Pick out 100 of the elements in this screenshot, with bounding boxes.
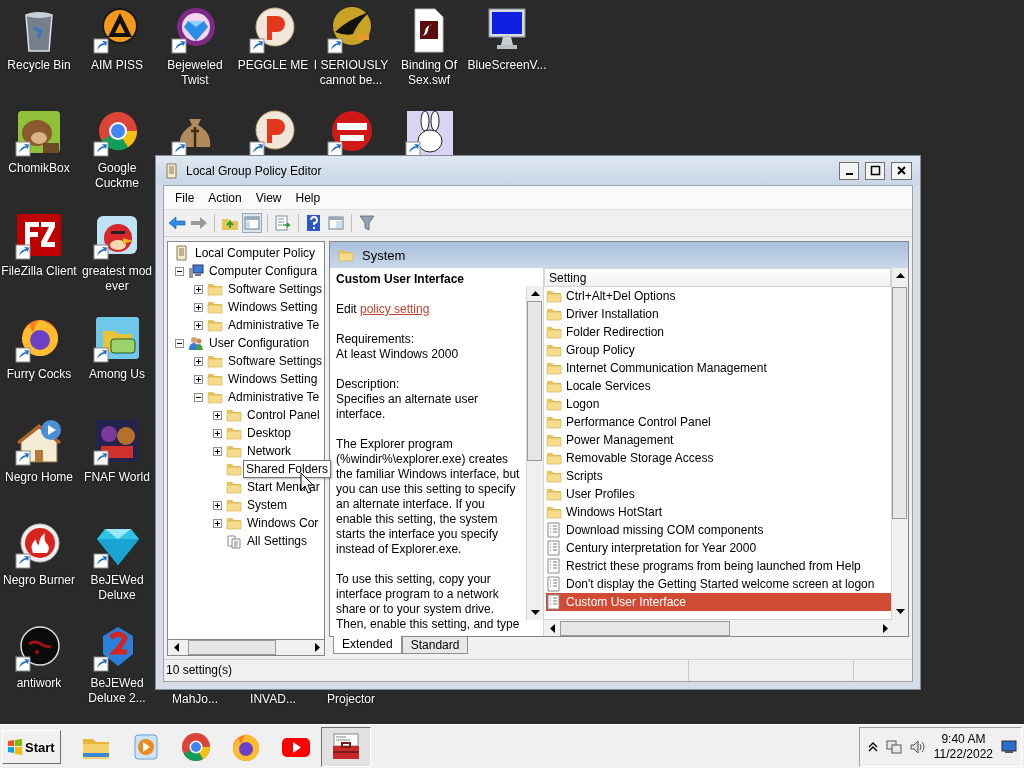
tree-item[interactable]: Local Computer Policy: [194, 245, 317, 261]
animal-tile-icon[interactable]: [15, 109, 63, 157]
list-row[interactable]: Century interpretation for Year 2000: [546, 539, 891, 557]
chevron-up-icon[interactable]: [867, 742, 878, 752]
list-row[interactable]: Download missing COM components: [546, 521, 891, 539]
scrollbar-thumb[interactable]: [188, 640, 276, 655]
tab[interactable]: Extended: [333, 636, 402, 654]
list-row[interactable]: Ctrl+Alt+Del Options: [546, 287, 891, 305]
show-desktop-icon[interactable]: [1001, 740, 1017, 754]
house-icon[interactable]: [15, 418, 63, 466]
zigzag-tile-icon[interactable]: [15, 212, 63, 260]
icon-label: Negro Burner: [1, 573, 76, 588]
menu-item[interactable]: Help: [288, 188, 328, 207]
list-row[interactable]: Scripts: [546, 467, 891, 485]
minimize-button[interactable]: [839, 161, 859, 180]
clock-time[interactable]: 9:40 AM: [941, 732, 986, 747]
game-cover-icon[interactable]: [93, 418, 141, 466]
list-row[interactable]: Removable Storage Access: [546, 449, 891, 467]
expand-icon[interactable]: [212, 500, 222, 510]
ball-icon[interactable]: [249, 6, 297, 54]
tree-item[interactable]: User Configuration: [208, 335, 311, 351]
disc-icon[interactable]: [327, 109, 375, 157]
list-row[interactable]: Windows HotStart: [546, 503, 891, 521]
list-row[interactable]: Driver Installation: [546, 305, 891, 323]
back-icon[interactable]: [168, 214, 186, 232]
close-icon[interactable]: [896, 165, 907, 176]
rabbit-icon[interactable]: [405, 109, 453, 157]
clock-date[interactable]: 11/22/2022: [933, 747, 993, 762]
menu-item[interactable]: Action: [201, 188, 249, 207]
tree-item[interactable]: Desktop: [246, 425, 293, 441]
policy-setting-link[interactable]: policy setting: [360, 302, 430, 316]
start-button[interactable]: Start: [2, 730, 61, 764]
expand-icon[interactable]: [212, 410, 222, 420]
network-icon[interactable]: [885, 739, 902, 755]
tree-item[interactable]: Windows Setting: [227, 299, 319, 315]
tooltip: Shared Folders: [243, 460, 332, 478]
setting-name: Power Management: [566, 433, 674, 447]
collapse-icon[interactable]: [193, 392, 203, 402]
export-list-icon[interactable]: [274, 214, 292, 232]
tree-item[interactable]: Computer Configura: [208, 263, 319, 279]
expand-icon[interactable]: [212, 428, 222, 438]
expand-icon[interactable]: [193, 320, 203, 330]
list-row[interactable]: Logon: [546, 395, 891, 413]
scrollbar-thumb[interactable]: [892, 287, 907, 519]
scrollbar-thumb[interactable]: [527, 301, 542, 461]
close-button[interactable]: [891, 161, 912, 180]
folder-icon: [546, 360, 562, 376]
list-row[interactable]: Internet Communication Management: [546, 359, 891, 377]
list-row[interactable]: Group Policy: [546, 341, 891, 359]
tree-item[interactable]: Control Panel: [246, 407, 321, 423]
setting-name: Windows HotStart: [566, 505, 663, 519]
scrollbar-thumb[interactable]: [560, 620, 730, 636]
tree-item[interactable]: All Settings: [246, 533, 309, 549]
expand-icon[interactable]: [193, 302, 203, 312]
policy-setting-icon: [546, 540, 562, 556]
help-icon[interactable]: [305, 214, 323, 232]
document-icon: [164, 162, 180, 179]
speaker-icon[interactable]: [909, 739, 926, 755]
triangle-logo-icon[interactable]: [93, 6, 141, 54]
list-row[interactable]: Restrict these programs from being launched from Help: [546, 557, 891, 575]
tree-item[interactable]: Software Settings: [227, 353, 324, 369]
ball-icon[interactable]: [249, 109, 297, 157]
list-row[interactable]: Power Management: [546, 431, 891, 449]
list-row[interactable]: Custom User Interface: [546, 593, 891, 611]
expand-icon[interactable]: [193, 284, 203, 294]
expand-icon[interactable]: [193, 374, 203, 384]
expand-icon[interactable]: [212, 446, 222, 456]
expand-icon[interactable]: [212, 518, 222, 528]
collapse-icon[interactable]: [174, 338, 184, 348]
maximize-button[interactable]: [865, 161, 885, 180]
list-row[interactable]: Don't display the Getting Started welcome screen at logon: [546, 575, 891, 593]
collapse-icon[interactable]: [174, 266, 184, 276]
list-row[interactable]: Locale Services: [546, 377, 891, 395]
menu-item[interactable]: View: [248, 188, 289, 207]
folder-icon: [226, 407, 242, 423]
folder-tile-icon[interactable]: [93, 315, 141, 363]
tree-item[interactable]: Windows Cor: [246, 515, 320, 531]
list-row[interactable]: Performance Control Panel: [546, 413, 891, 431]
list-row[interactable]: User Profiles: [546, 485, 891, 503]
icon-label: antiwork: [15, 676, 63, 691]
tree-item[interactable]: System: [246, 497, 288, 513]
folder-icon: [546, 432, 562, 448]
taskbar-button[interactable]: [320, 727, 371, 767]
icon-label: Negro Home: [4, 470, 74, 485]
menu-item[interactable]: File: [168, 188, 202, 207]
flame-disc-icon[interactable]: [15, 521, 63, 569]
list-row[interactable]: Folder Redirection: [546, 323, 891, 341]
tree-item[interactable]: Software Settings: [227, 281, 324, 297]
tree-item[interactable]: Administrative Te: [227, 317, 321, 333]
filter-icon[interactable]: [358, 214, 376, 232]
tree-item[interactable]: Network: [246, 443, 292, 459]
tab[interactable]: Standard: [401, 637, 469, 654]
maximize-icon[interactable]: [869, 165, 881, 176]
expand-icon[interactable]: [193, 356, 203, 366]
dark-circle-icon[interactable]: [15, 624, 63, 672]
setting-name: User Profiles: [566, 487, 635, 501]
icon-label: Among Us: [88, 367, 146, 382]
column-header[interactable]: Setting: [544, 268, 891, 287]
tree-item[interactable]: Windows Setting: [227, 371, 319, 387]
tree-item[interactable]: Administrative Te: [227, 389, 321, 405]
